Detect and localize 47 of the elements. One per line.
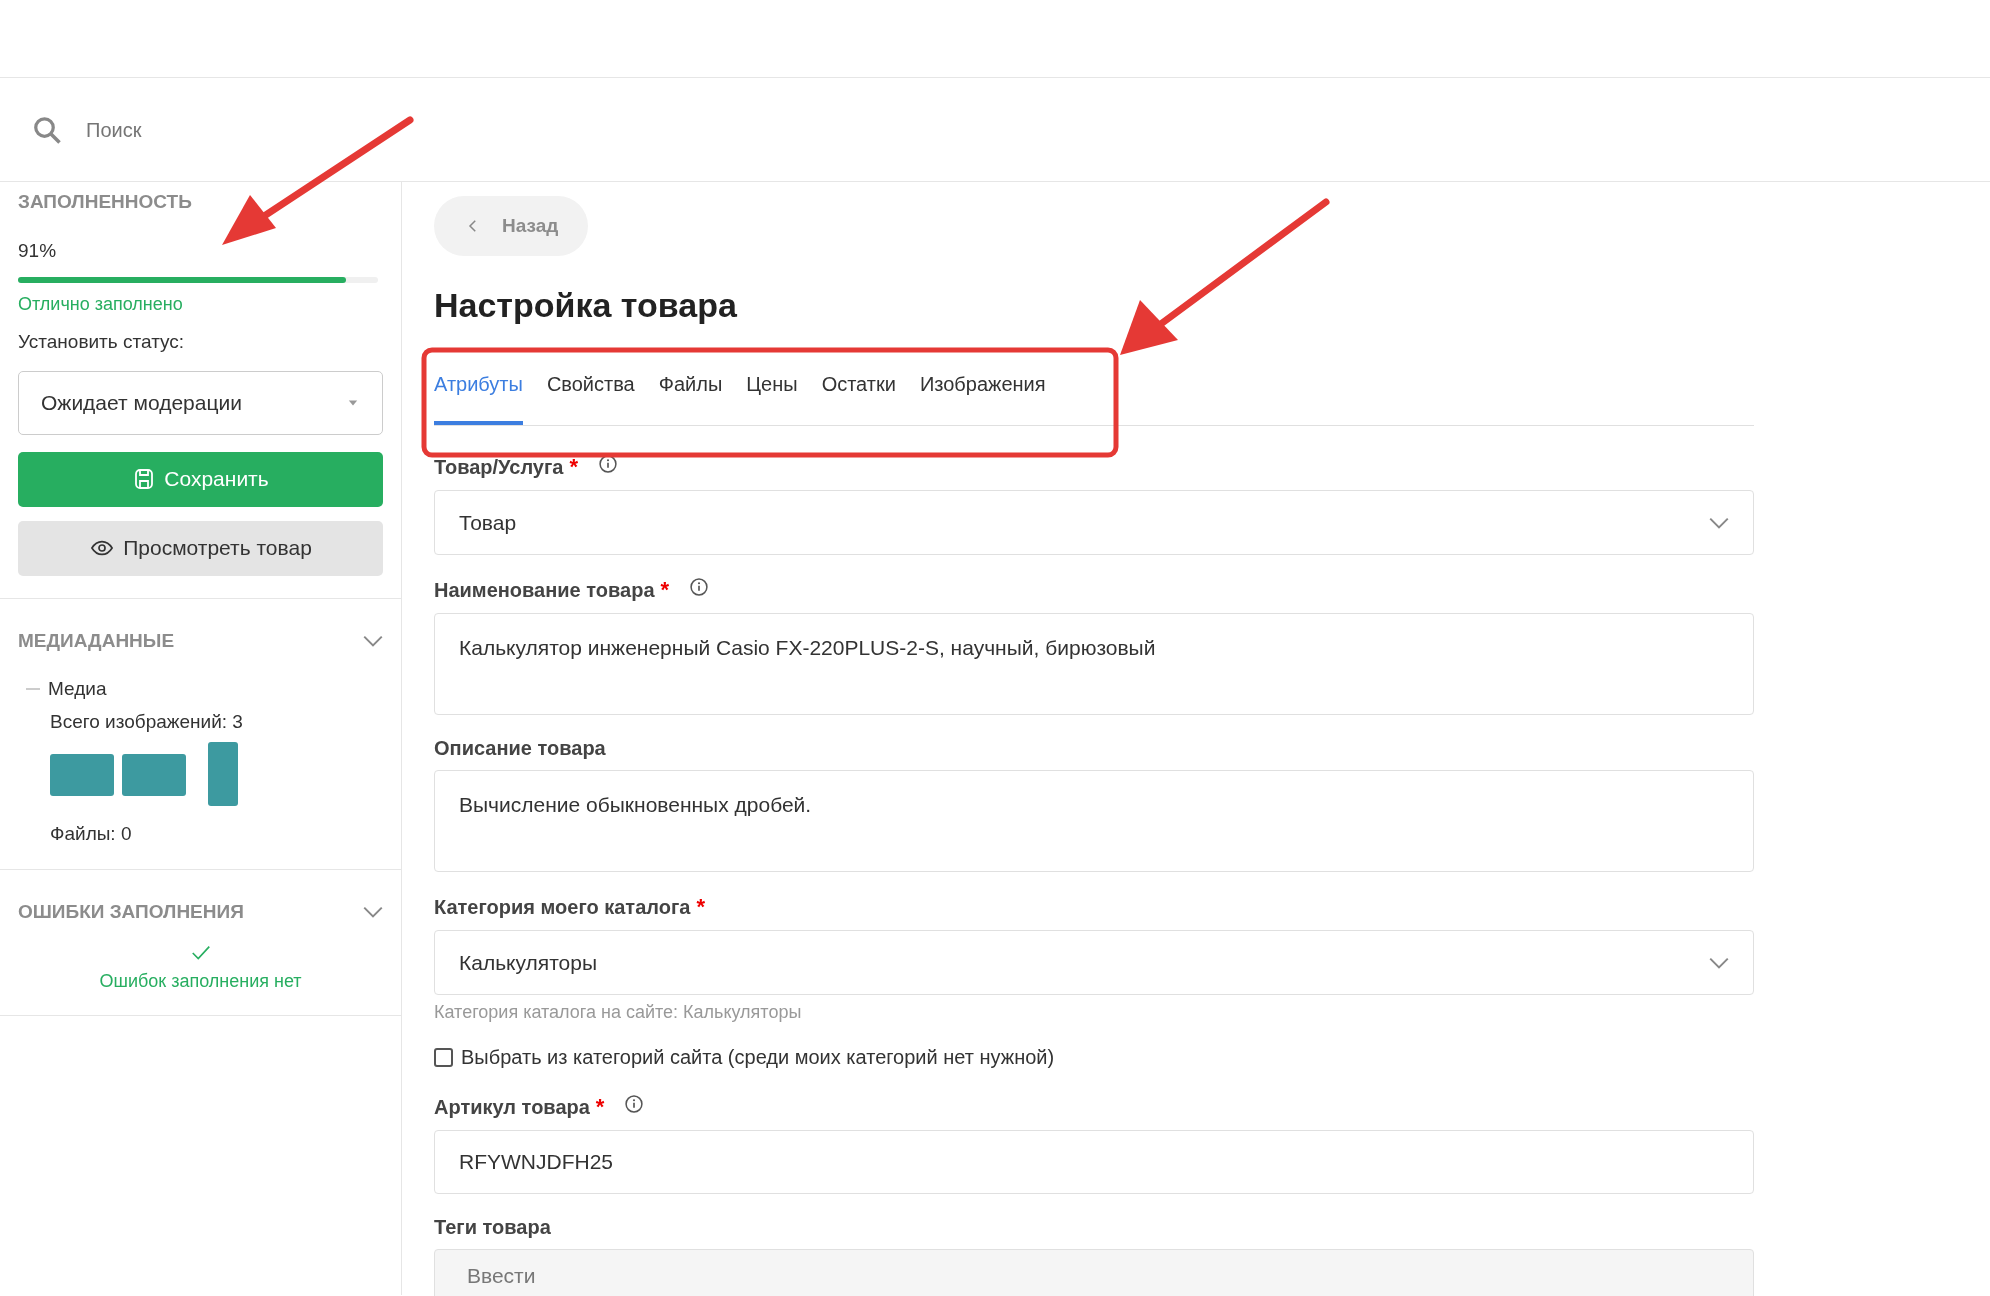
field-label: Установить статус: (18, 330, 186, 354)
status-text: Ошибок заполнения нет (99, 970, 302, 993)
tree-line (26, 688, 40, 691)
section-heading: ЗАПОЛНЕННОСТЬ (18, 190, 193, 214)
percent-text: 91% (18, 238, 58, 263)
field-label: Описание товара (434, 736, 606, 761)
page-title: Настройка товара (434, 285, 738, 326)
field-label: Наименование товара (434, 577, 655, 603)
chevron-down-icon (1709, 956, 1729, 969)
field-label: Теги товара (434, 1215, 551, 1240)
view-button[interactable]: Просмотреть товар (18, 520, 383, 576)
input-field[interactable]: RFYWNJDFH25 (434, 1130, 1754, 1194)
select-field[interactable]: Калькуляторы (434, 930, 1754, 995)
text-area[interactable]: Калькулятор инженерный Casio FX-220PLUS-2-S, научный, бирюзовый (434, 613, 1754, 715)
chevron-down-icon (1709, 516, 1729, 529)
field-label: Артикул товара (434, 1094, 590, 1120)
required-mark: * (569, 453, 578, 481)
tab[interactable]: Файлы (658, 349, 723, 425)
search-icon (32, 114, 62, 145)
chevron-down-icon[interactable] (363, 905, 383, 918)
section-heading: МЕДИАДАННЫЕ (18, 628, 175, 653)
select-field[interactable]: Товар (434, 490, 1754, 555)
info-icon[interactable] (624, 1093, 645, 1114)
tab[interactable]: Цены (746, 349, 798, 425)
image-count: Всего изображений: 3 (50, 709, 244, 734)
tab[interactable]: Атрибуты (434, 349, 523, 425)
section-heading: ОШИБКИ ЗАПОЛНЕНИЯ (18, 899, 244, 924)
text-area[interactable]: Вычисление обыкновенных дробей. (434, 770, 1754, 872)
file-count: Файлы: 0 (50, 822, 133, 846)
field-label: Категория моего каталога (434, 894, 691, 920)
required-mark: * (696, 893, 705, 921)
tab[interactable]: Остатки (821, 349, 896, 425)
tab[interactable]: Свойства (546, 349, 635, 425)
status-text: Отлично заполнено (18, 293, 184, 316)
required-mark: * (595, 1093, 605, 1121)
checkbox-label[interactable]: Выбрать из категорий сайта (среди моих категорий нет нужной) (461, 1042, 1055, 1072)
field-label: Товар/Услуга (434, 454, 564, 480)
hint-text: Категория каталога на сайте: Калькуляторы (434, 1001, 803, 1024)
info-icon[interactable] (689, 576, 710, 597)
required-mark: * (660, 576, 670, 604)
search-field[interactable]: Поиск (84, 113, 384, 146)
tree-item[interactable]: Медиа (48, 675, 107, 704)
status-select[interactable]: Ожидает модерации (18, 370, 383, 435)
chevron-down-icon[interactable] (363, 634, 383, 647)
tab[interactable]: Изображения (919, 349, 1046, 425)
tags-field[interactable]: Ввести (434, 1249, 1754, 1296)
checkbox[interactable] (434, 1047, 453, 1067)
